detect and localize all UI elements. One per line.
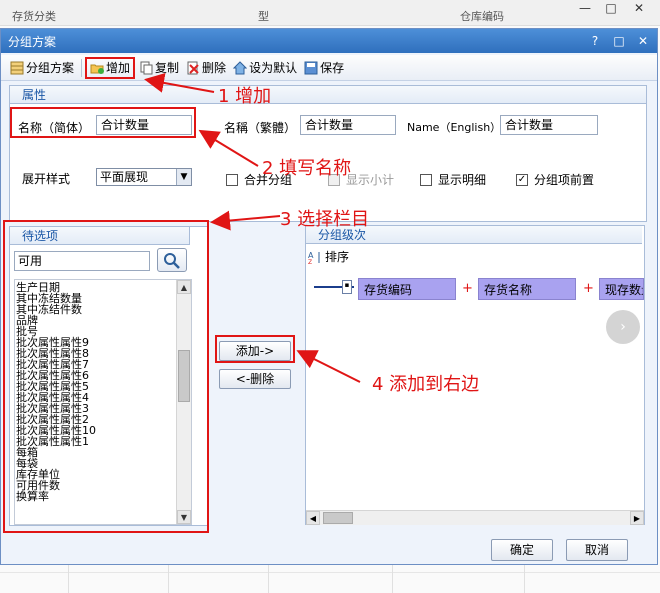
sort-button[interactable]: AZ 排序 [308, 248, 350, 266]
name-simplified-input[interactable]: 合计数量 [96, 115, 192, 135]
bg-column-header: 仓库编码 [460, 10, 504, 23]
node-icon: ▪ [342, 280, 352, 294]
scroll-right-icon[interactable]: ▶ [630, 511, 644, 525]
scheme-button[interactable]: 分组方案 [7, 57, 77, 79]
copy-icon [139, 61, 153, 75]
plus-sign: + [462, 281, 473, 296]
properties-tab[interactable]: 属性 [10, 86, 646, 104]
chevron-down-icon: ▼ [176, 169, 191, 185]
group-item-front-label: 分组项前置 [534, 173, 595, 187]
candidate-tab[interactable]: 待选项 [10, 227, 190, 245]
grid-icon [10, 61, 24, 75]
background-header: 存货分类 型 仓库编码 — □ ✕ [0, 0, 660, 26]
scroll-down-icon[interactable]: ▼ [177, 510, 191, 524]
scheme-label: 分组方案 [26, 61, 75, 75]
name-traditional-input[interactable]: 合计数量 [300, 115, 396, 135]
candidate-items: 生产日期 其中冻结数量 其中冻结件数 品牌 批号 批次属性属性9 批次属性属性8 批次属性属性… [15, 280, 191, 502]
scroll-thumb[interactable] [323, 512, 353, 524]
candidate-list: 生产日期 其中冻结数量 其中冻结件数 品牌 批号 批次属性属性9 批次属性属性8 批次属性属性… [14, 279, 192, 525]
list-item[interactable]: 其中冻结件数 [15, 304, 191, 315]
show-detail-checkbox[interactable]: 显示明细 [420, 171, 486, 188]
add-to-right-button[interactable]: 添加-> [219, 341, 291, 361]
annotation-step2: 2 填写名称 [262, 158, 352, 179]
scroll-up-icon[interactable]: ▲ [177, 280, 191, 294]
svg-text:Z: Z [308, 259, 312, 264]
candidate-panel: 待选项 可用 生产日期 其中冻结数量 其中冻结件数 品牌 批号 批次属性属性9 批次属性属性… [9, 226, 209, 526]
plus-sign: + [583, 281, 594, 296]
folder-add-icon [90, 61, 105, 75]
expand-style-select[interactable]: 平面展现 ▼ [96, 168, 192, 186]
list-item[interactable]: 换算率 [15, 491, 191, 502]
list-item[interactable]: 品牌 [15, 315, 191, 326]
list-item[interactable]: 每箱 [15, 447, 191, 458]
copy-button[interactable]: 复制 [136, 57, 182, 79]
search-icon [164, 253, 180, 269]
scroll-thumb[interactable] [178, 350, 190, 402]
name-english-input[interactable]: 合计数量 [500, 115, 598, 135]
expand-style-label: 展开样式 [22, 172, 71, 186]
toolbar-separator [81, 58, 83, 77]
close-button[interactable]: ✕ [626, 0, 652, 18]
chevron-right-icon[interactable]: › [606, 310, 640, 344]
scroll-left-icon[interactable]: ◀ [306, 511, 320, 525]
add-label: 增加 [106, 61, 131, 75]
help-button[interactable]: ? [585, 31, 605, 51]
annotation-step1: 1 增加 [218, 86, 272, 107]
save-button[interactable]: 保存 [301, 57, 347, 79]
ok-button[interactable]: 确定 [491, 539, 553, 561]
cancel-button[interactable]: 取消 [566, 539, 628, 561]
minimize-button[interactable]: — [572, 0, 598, 18]
expand-style-value: 平面展现 [100, 170, 149, 184]
sort-icon: AZ [308, 250, 322, 266]
copy-label: 复制 [155, 61, 180, 75]
save-icon [304, 61, 318, 75]
show-subtotal-label: 显示小计 [346, 173, 395, 187]
add-button[interactable]: 增加 [85, 56, 136, 79]
set-default-button[interactable]: 设为默认 [230, 57, 300, 79]
group-scheme-dialog: 分组方案 ? □ ✕ 分组方案 增加 复制 删除 设为默认 保存 属性 名称（简… [0, 28, 658, 565]
annotation-step3: 3 选择栏目 [280, 209, 370, 230]
delete-icon [186, 61, 200, 75]
group-node[interactable]: 存货名称 [478, 278, 576, 300]
show-detail-label: 显示明细 [438, 173, 487, 187]
dialog-toolbar: 分组方案 增加 复制 删除 设为默认 保存 [1, 55, 657, 81]
name-english-label: Name（English） [407, 121, 502, 134]
remove-button[interactable]: <-删除 [219, 369, 291, 389]
name-traditional-label: 名稱（繁體） [224, 121, 297, 135]
dialog-title: 分组方案 [8, 34, 57, 49]
group-item-front-checkbox[interactable]: ✓ 分组项前置 [516, 171, 594, 188]
candidate-scrollbar[interactable]: ▲ ▼ [176, 280, 191, 524]
checkbox-box [420, 173, 432, 186]
checkbox-box [226, 173, 238, 186]
set-default-label: 设为默认 [249, 61, 298, 75]
name-simplified-label: 名称（简体） [18, 121, 91, 135]
close-button[interactable]: ✕ [633, 31, 653, 51]
group-node[interactable]: 存货编码 [358, 278, 456, 300]
bg-column-header: 存货分类 [12, 10, 56, 23]
save-label: 保存 [320, 61, 345, 75]
maximize-button[interactable]: □ [609, 31, 629, 51]
dialog-titlebar: 分组方案 ? □ ✕ [1, 29, 657, 53]
group-node[interactable]: 现存数量 [599, 278, 644, 300]
checkmark-icon: ✓ [516, 173, 528, 186]
search-button[interactable] [157, 248, 187, 272]
group-level-scrollbar[interactable]: ◀ ▶ [306, 510, 644, 525]
maximize-button[interactable]: □ [598, 0, 624, 18]
bg-grid-line [0, 572, 660, 573]
annotation-step4: 4 添加到右边 [372, 374, 480, 395]
search-input[interactable]: 可用 [14, 251, 150, 271]
delete-label: 删除 [202, 61, 227, 75]
sort-label: 排序 [325, 250, 350, 264]
home-icon [232, 60, 248, 75]
list-item[interactable]: 批次属性属性1 [15, 436, 191, 447]
bg-column-header: 型 [258, 10, 269, 23]
delete-button[interactable]: 删除 [183, 57, 229, 79]
